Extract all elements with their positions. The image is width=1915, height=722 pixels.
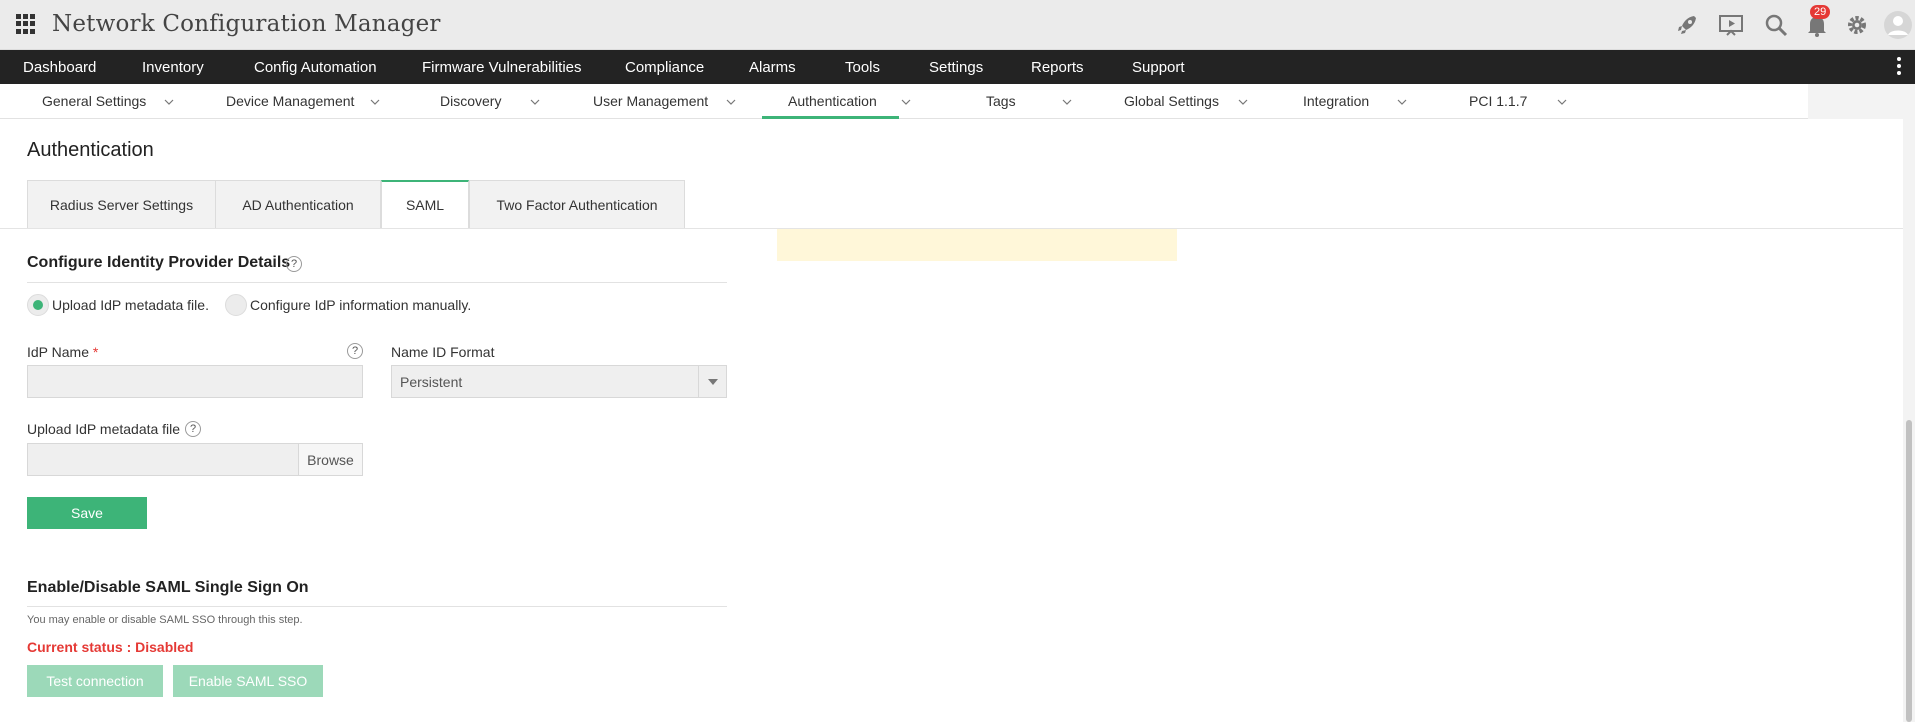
nav-dashboard[interactable]: Dashboard <box>23 59 96 76</box>
upload-metadata-radio-label[interactable]: Upload IdP metadata file. <box>52 297 209 313</box>
tab-saml[interactable]: SAML <box>381 180 469 229</box>
nav-compliance[interactable]: Compliance <box>625 59 704 76</box>
idp-name-input[interactable] <box>27 365 363 398</box>
enable-saml-sso-button[interactable]: Enable SAML SSO <box>173 665 323 697</box>
chevron-down-icon[interactable] <box>726 97 736 107</box>
nav-settings[interactable]: Settings <box>929 59 983 76</box>
search-icon[interactable] <box>1763 12 1789 38</box>
page-title: Authentication <box>27 139 154 161</box>
settings-sub-navigation: General Settings Device Management Disco… <box>0 84 1808 119</box>
subnav-device-management[interactable]: Device Management <box>226 93 354 109</box>
help-icon[interactable]: ? <box>185 421 201 437</box>
help-icon[interactable]: ? <box>347 343 363 359</box>
chevron-down-icon[interactable] <box>1397 97 1407 107</box>
gear-icon[interactable] <box>1844 12 1870 38</box>
notice-banner <box>777 229 1177 261</box>
section-divider <box>27 282 727 283</box>
subnav-global-settings[interactable]: Global Settings <box>1124 93 1219 109</box>
tab-two-factor-authentication[interactable]: Two Factor Authentication <box>469 180 685 229</box>
nav-alarms[interactable]: Alarms <box>749 59 796 76</box>
upload-metadata-radio[interactable] <box>27 294 49 316</box>
subnav-discovery[interactable]: Discovery <box>440 93 501 109</box>
help-icon[interactable]: ? <box>286 256 302 272</box>
chevron-down-icon[interactable] <box>530 97 540 107</box>
user-avatar-icon[interactable] <box>1883 10 1913 40</box>
idp-section-title: Configure Identity Provider Details <box>27 254 291 271</box>
presentation-icon[interactable] <box>1718 12 1744 38</box>
tab-ad-authentication[interactable]: AD Authentication <box>215 180 381 229</box>
chevron-down-icon[interactable] <box>370 97 380 107</box>
metadata-file-input[interactable] <box>27 443 299 476</box>
subnav-user-management[interactable]: User Management <box>593 93 708 109</box>
tab-radius-server-settings[interactable]: Radius Server Settings <box>27 180 216 229</box>
nav-config-automation[interactable]: Config Automation <box>254 59 377 76</box>
notification-count-badge: 29 <box>1810 5 1831 19</box>
subnav-general-settings[interactable]: General Settings <box>42 93 146 109</box>
name-id-format-select[interactable]: Persistent <box>391 365 727 398</box>
main-navigation: Dashboard Inventory Config Automation Fi… <box>0 50 1915 84</box>
app-launcher-grid-icon[interactable] <box>16 14 36 34</box>
subnav-authentication[interactable]: Authentication <box>788 93 877 109</box>
sso-section-title: Enable/Disable SAML Single Sign On <box>27 579 309 596</box>
chevron-down-icon[interactable] <box>901 97 911 107</box>
configure-manually-radio[interactable] <box>225 294 247 316</box>
caret-down-icon <box>708 379 718 385</box>
rocket-icon[interactable] <box>1674 12 1700 38</box>
idp-name-label: IdP Name * <box>27 344 99 360</box>
nav-reports[interactable]: Reports <box>1031 59 1084 76</box>
save-button[interactable]: Save <box>27 497 147 529</box>
app-title: Network Configuration Manager <box>52 11 441 37</box>
active-subnav-indicator <box>762 116 899 119</box>
subnav-pci[interactable]: PCI 1.1.7 <box>1469 93 1527 109</box>
nav-tools[interactable]: Tools <box>845 59 880 76</box>
nav-firmware-vulnerabilities[interactable]: Firmware Vulnerabilities <box>422 59 582 76</box>
app-header: Network Configuration Manager 29 <box>0 0 1915 50</box>
chevron-down-icon[interactable] <box>164 97 174 107</box>
sso-description: You may enable or disable SAML SSO throu… <box>27 614 303 626</box>
nav-support[interactable]: Support <box>1132 59 1185 76</box>
required-marker: * <box>92 344 99 360</box>
page-scrollbar-thumb[interactable] <box>1906 420 1912 722</box>
chevron-down-icon[interactable] <box>1238 97 1248 107</box>
subnav-integration[interactable]: Integration <box>1303 93 1369 109</box>
configure-manually-radio-label[interactable]: Configure IdP information manually. <box>250 297 471 313</box>
chevron-down-icon[interactable] <box>1062 97 1072 107</box>
name-id-format-value: Persistent <box>400 374 463 390</box>
subnav-tags[interactable]: Tags <box>986 93 1016 109</box>
section-divider <box>27 606 727 607</box>
nav-inventory[interactable]: Inventory <box>142 59 204 76</box>
more-options-icon[interactable] <box>1896 57 1902 77</box>
sub-navigation-filler <box>1808 84 1915 119</box>
chevron-down-icon[interactable] <box>1557 97 1567 107</box>
sso-status-text: Current status : Disabled <box>27 639 194 655</box>
name-id-format-label: Name ID Format <box>391 344 495 360</box>
dropdown-toggle[interactable] <box>698 366 726 397</box>
test-connection-button[interactable]: Test connection <box>27 665 163 697</box>
upload-metadata-label: Upload IdP metadata file <box>27 421 181 437</box>
browse-button[interactable]: Browse <box>298 443 363 476</box>
